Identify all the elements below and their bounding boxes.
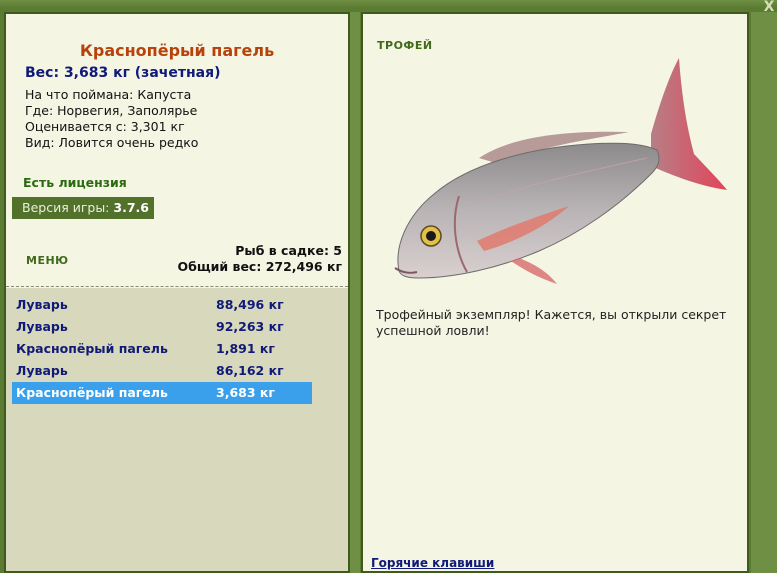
trophy-panel: ТРОФЕЙ Трофейный экземпляр! Кажется, вы … (361, 12, 749, 573)
license-status: Есть лицензия (23, 175, 127, 190)
catch-weight: 3,683 кг (216, 385, 275, 400)
catch-name: Луварь (16, 319, 68, 334)
catch-list: Луварь 88,496 кг Луварь 92,263 кг Красно… (6, 288, 348, 571)
version-bar: Версия игры: 3.7.6 (12, 197, 154, 219)
catch-name: Краснопёрый пагель (16, 341, 168, 356)
catch-row[interactable]: Краснопёрый пагель 1,891 кг (12, 338, 312, 360)
catch-row[interactable]: Луварь 88,496 кг (12, 294, 312, 316)
fish-weight: Вес: 3,683 кг (зачетная) (25, 65, 221, 81)
catch-row[interactable]: Луварь 86,162 кг (12, 360, 312, 382)
right-frame-strip (751, 12, 777, 573)
version-number: 3.7.6 (113, 200, 149, 215)
catch-weight: 86,162 кг (216, 363, 284, 378)
catch-name: Краснопёрый пагель (16, 385, 168, 400)
catch-row-selected[interactable]: Краснопёрый пагель 3,683 кг (12, 382, 312, 404)
fish-location: Где: Норвегия, Заполярье (25, 103, 198, 118)
fish-value: Оценивается с: 3,301 кг (25, 119, 185, 134)
divider (6, 286, 348, 287)
fish-rarity: Вид: Ловится очень редко (25, 135, 199, 150)
catch-row[interactable]: Луварь 92,263 кг (12, 316, 312, 338)
panel-separator (350, 12, 360, 573)
catch-name: Луварь (16, 297, 68, 312)
catch-weight: 88,496 кг (216, 297, 284, 312)
version-label: Версия игры: (22, 200, 110, 215)
trophy-message: Трофейный экземпляр! Кажется, вы открыли… (376, 307, 727, 338)
fish-image (394, 58, 727, 284)
fish-info-panel: Краснопёрый пагель Вес: 3,683 кг (зачетн… (4, 12, 350, 573)
catch-weight: 1,891 кг (216, 341, 275, 356)
catch-weight: 92,263 кг (216, 319, 284, 334)
catch-name: Луварь (16, 363, 68, 378)
fish-title: Краснопёрый пагель (79, 41, 275, 60)
hotkeys-link[interactable]: Горячие клавиши (371, 556, 494, 570)
keepnet-total-weight: Общий вес: 272,496 кг (177, 259, 343, 274)
menu-button[interactable]: МЕНЮ (26, 254, 69, 267)
window-frame (0, 0, 777, 8)
keepnet-count: Рыб в садке: 5 (235, 243, 342, 258)
fish-bait: На что поймана: Капуста (25, 87, 192, 102)
